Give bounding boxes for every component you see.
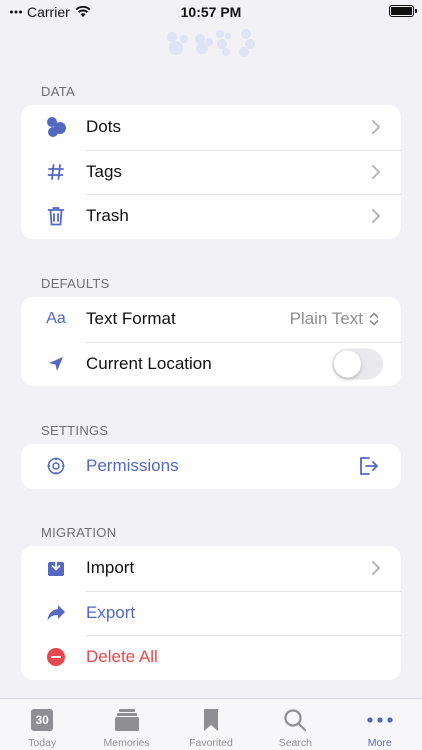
tab-memories[interactable]: Memories xyxy=(84,699,168,750)
chevron-right-icon xyxy=(372,209,380,224)
trash-icon xyxy=(43,203,69,229)
calendar-day-badge: 30 xyxy=(31,709,54,731)
permissions-gear-icon xyxy=(43,453,69,479)
battery-icon xyxy=(389,5,417,17)
row-import[interactable]: Import xyxy=(21,546,401,591)
row-permissions-label: Permissions xyxy=(86,456,179,476)
row-current-location-label: Current Location xyxy=(86,353,212,373)
import-tray-icon xyxy=(43,555,69,581)
tab-today-label: Today xyxy=(28,737,57,749)
status-time: 10:57 PM xyxy=(180,4,242,20)
migration-card: Import Export Delete All xyxy=(21,546,401,680)
defaults-card: Aa Text Format Plain Text Current Locati… xyxy=(21,297,401,386)
row-dots-label: Dots xyxy=(86,117,121,137)
bookmark-icon xyxy=(196,707,226,733)
row-permissions[interactable]: Permissions xyxy=(21,444,401,489)
share-arrow-icon xyxy=(43,600,69,626)
tab-memories-label: Memories xyxy=(103,737,150,749)
section-label-settings: SETTINGS xyxy=(41,423,109,438)
text-format-select[interactable]: Plain Text xyxy=(290,309,379,329)
tab-search[interactable]: Search xyxy=(253,699,337,750)
tab-more-label: More xyxy=(367,737,392,749)
data-card: Dots Tags Trash xyxy=(21,105,401,239)
tab-today[interactable]: 30 Today xyxy=(0,699,84,750)
stack-icon xyxy=(112,707,142,733)
text-format-icon: Aa xyxy=(46,310,66,328)
row-current-location: Current Location xyxy=(21,341,401,387)
row-export-label: Export xyxy=(86,602,136,622)
calendar-icon: 30 xyxy=(27,707,57,733)
hashtag-icon xyxy=(43,159,69,185)
search-icon xyxy=(280,707,310,733)
tab-favorited[interactable]: Favorited xyxy=(169,699,253,750)
chevron-right-icon xyxy=(372,120,380,135)
row-trash[interactable]: Trash xyxy=(21,194,401,239)
tab-more[interactable]: More xyxy=(338,699,422,750)
chevron-up-down-icon xyxy=(369,312,379,326)
chevron-right-icon xyxy=(372,164,380,179)
row-dots[interactable]: Dots xyxy=(21,105,401,150)
tab-favorited-label: Favorited xyxy=(189,737,233,749)
row-export[interactable]: Export xyxy=(21,590,401,636)
row-text-format-label: Text Format xyxy=(86,309,176,329)
location-arrow-icon xyxy=(43,351,69,377)
row-import-label: Import xyxy=(86,558,135,578)
dots-logo-icon xyxy=(167,29,255,57)
row-text-format[interactable]: Aa Text Format Plain Text xyxy=(21,297,401,342)
chevron-right-icon xyxy=(372,561,380,576)
row-tags-label: Tags xyxy=(86,161,122,181)
tab-bar: 30 Today Memories Favorited Search More xyxy=(0,698,422,750)
minus-circle-icon xyxy=(43,644,69,670)
text-format-value: Plain Text xyxy=(289,309,363,329)
row-trash-label: Trash xyxy=(86,206,129,226)
tab-search-label: Search xyxy=(278,737,312,749)
status-bar: Carrier 10:57 PM xyxy=(0,0,422,24)
section-label-data: DATA xyxy=(41,84,75,99)
more-ellipsis-icon xyxy=(365,707,395,733)
current-location-toggle[interactable] xyxy=(332,348,383,380)
settings-card: Permissions xyxy=(21,444,401,489)
row-delete-all[interactable]: Delete All xyxy=(21,635,401,680)
dots-icon xyxy=(43,114,69,140)
section-label-migration: MIGRATION xyxy=(41,525,117,540)
row-delete-all-label: Delete All xyxy=(86,647,158,667)
toggle-knob xyxy=(334,350,361,378)
open-external-icon xyxy=(360,457,378,476)
row-tags[interactable]: Tags xyxy=(21,149,401,195)
section-label-defaults: DEFAULTS xyxy=(41,276,110,291)
